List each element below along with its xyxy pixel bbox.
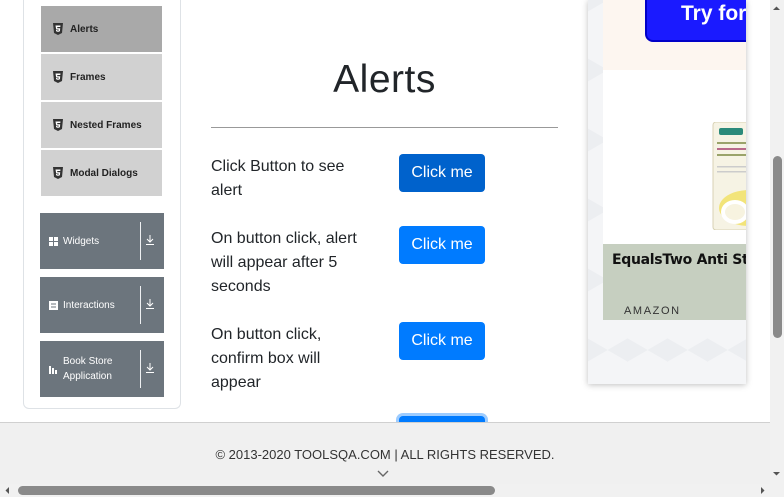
html5-icon <box>53 167 63 179</box>
group-label-line2: Application <box>63 371 112 382</box>
divider <box>140 350 141 388</box>
divider <box>140 222 141 260</box>
alert-row-label: Click Button to see alert <box>211 158 345 199</box>
sidebar-item-nested-frames[interactable]: Nested Frames <box>41 102 162 148</box>
alert-button[interactable]: Click me <box>399 154 485 192</box>
sidebar-group-book-store[interactable]: Book Store Application <box>40 341 164 397</box>
sidebar-item-frames[interactable]: Frames <box>41 54 162 100</box>
footer: © 2013-2020 TOOLSQA.COM | ALL RIGHTS RES… <box>0 422 770 484</box>
left-nav-panel: Alerts Frames Nested Frames Modal Dialog… <box>23 0 181 409</box>
sidebar-item-label: Modal Dialogs <box>70 167 138 179</box>
sidebar-item-label: Alerts <box>70 23 99 35</box>
footer-copyright: © 2013-2020 TOOLSQA.COM | ALL RIGHTS RES… <box>215 447 555 462</box>
ad-cta-button[interactable]: Try for fr <box>645 0 746 42</box>
timer-alert-row-label: On button click, alert will appear after… <box>211 230 357 295</box>
confirm-button[interactable]: Click me <box>399 322 485 360</box>
list-icon <box>49 300 58 310</box>
sidebar-item-label: Nested Frames <box>70 119 142 131</box>
confirm-row-label: On button click, confirm box will appear <box>211 326 322 391</box>
sidebar-group-widgets[interactable]: Widgets <box>40 213 164 269</box>
ad-panel: Try for fr EqualsTwo Anti Stretch AMAZON <box>588 0 746 384</box>
page-title: Alerts <box>333 58 436 101</box>
sidebar-item-alerts[interactable]: Alerts <box>41 6 162 52</box>
download-icon <box>146 363 154 373</box>
horizontal-scrollbar-thumb[interactable] <box>18 486 495 495</box>
sidebar-item-modal-dialogs[interactable]: Modal Dialogs <box>41 150 162 196</box>
scroll-left-arrow-icon[interactable] <box>3 486 12 495</box>
chevron-down-icon[interactable] <box>377 470 389 478</box>
vertical-scrollbar-thumb[interactable] <box>773 156 782 338</box>
scroll-down-arrow-icon[interactable] <box>772 469 781 478</box>
divider <box>140 286 141 324</box>
html5-icon <box>53 119 63 131</box>
sidebar-group-interactions[interactable]: Interactions <box>40 277 164 333</box>
html5-icon <box>53 71 63 83</box>
scroll-right-arrow-icon[interactable] <box>758 486 767 495</box>
grid-icon <box>49 236 58 246</box>
bar-chart-icon <box>49 365 57 374</box>
ad-product-name: EqualsTwo Anti Stretch <box>612 252 746 268</box>
download-icon <box>146 235 154 245</box>
sidebar-item-label: Frames <box>70 71 106 83</box>
title-divider <box>211 127 558 128</box>
scroll-up-arrow-icon[interactable] <box>772 4 781 13</box>
ad-info[interactable]: EqualsTwo Anti Stretch AMAZON <box>603 244 746 320</box>
ad-product-area[interactable] <box>603 70 746 245</box>
download-icon <box>146 299 154 309</box>
html5-icon <box>53 23 63 35</box>
product-image <box>712 122 746 230</box>
ad-banner-top: Try for fr <box>603 0 746 70</box>
group-label-line1: Book Store <box>63 356 113 367</box>
ad-brand-label: AMAZON <box>624 305 681 317</box>
timer-alert-button[interactable]: Click me <box>399 226 485 264</box>
